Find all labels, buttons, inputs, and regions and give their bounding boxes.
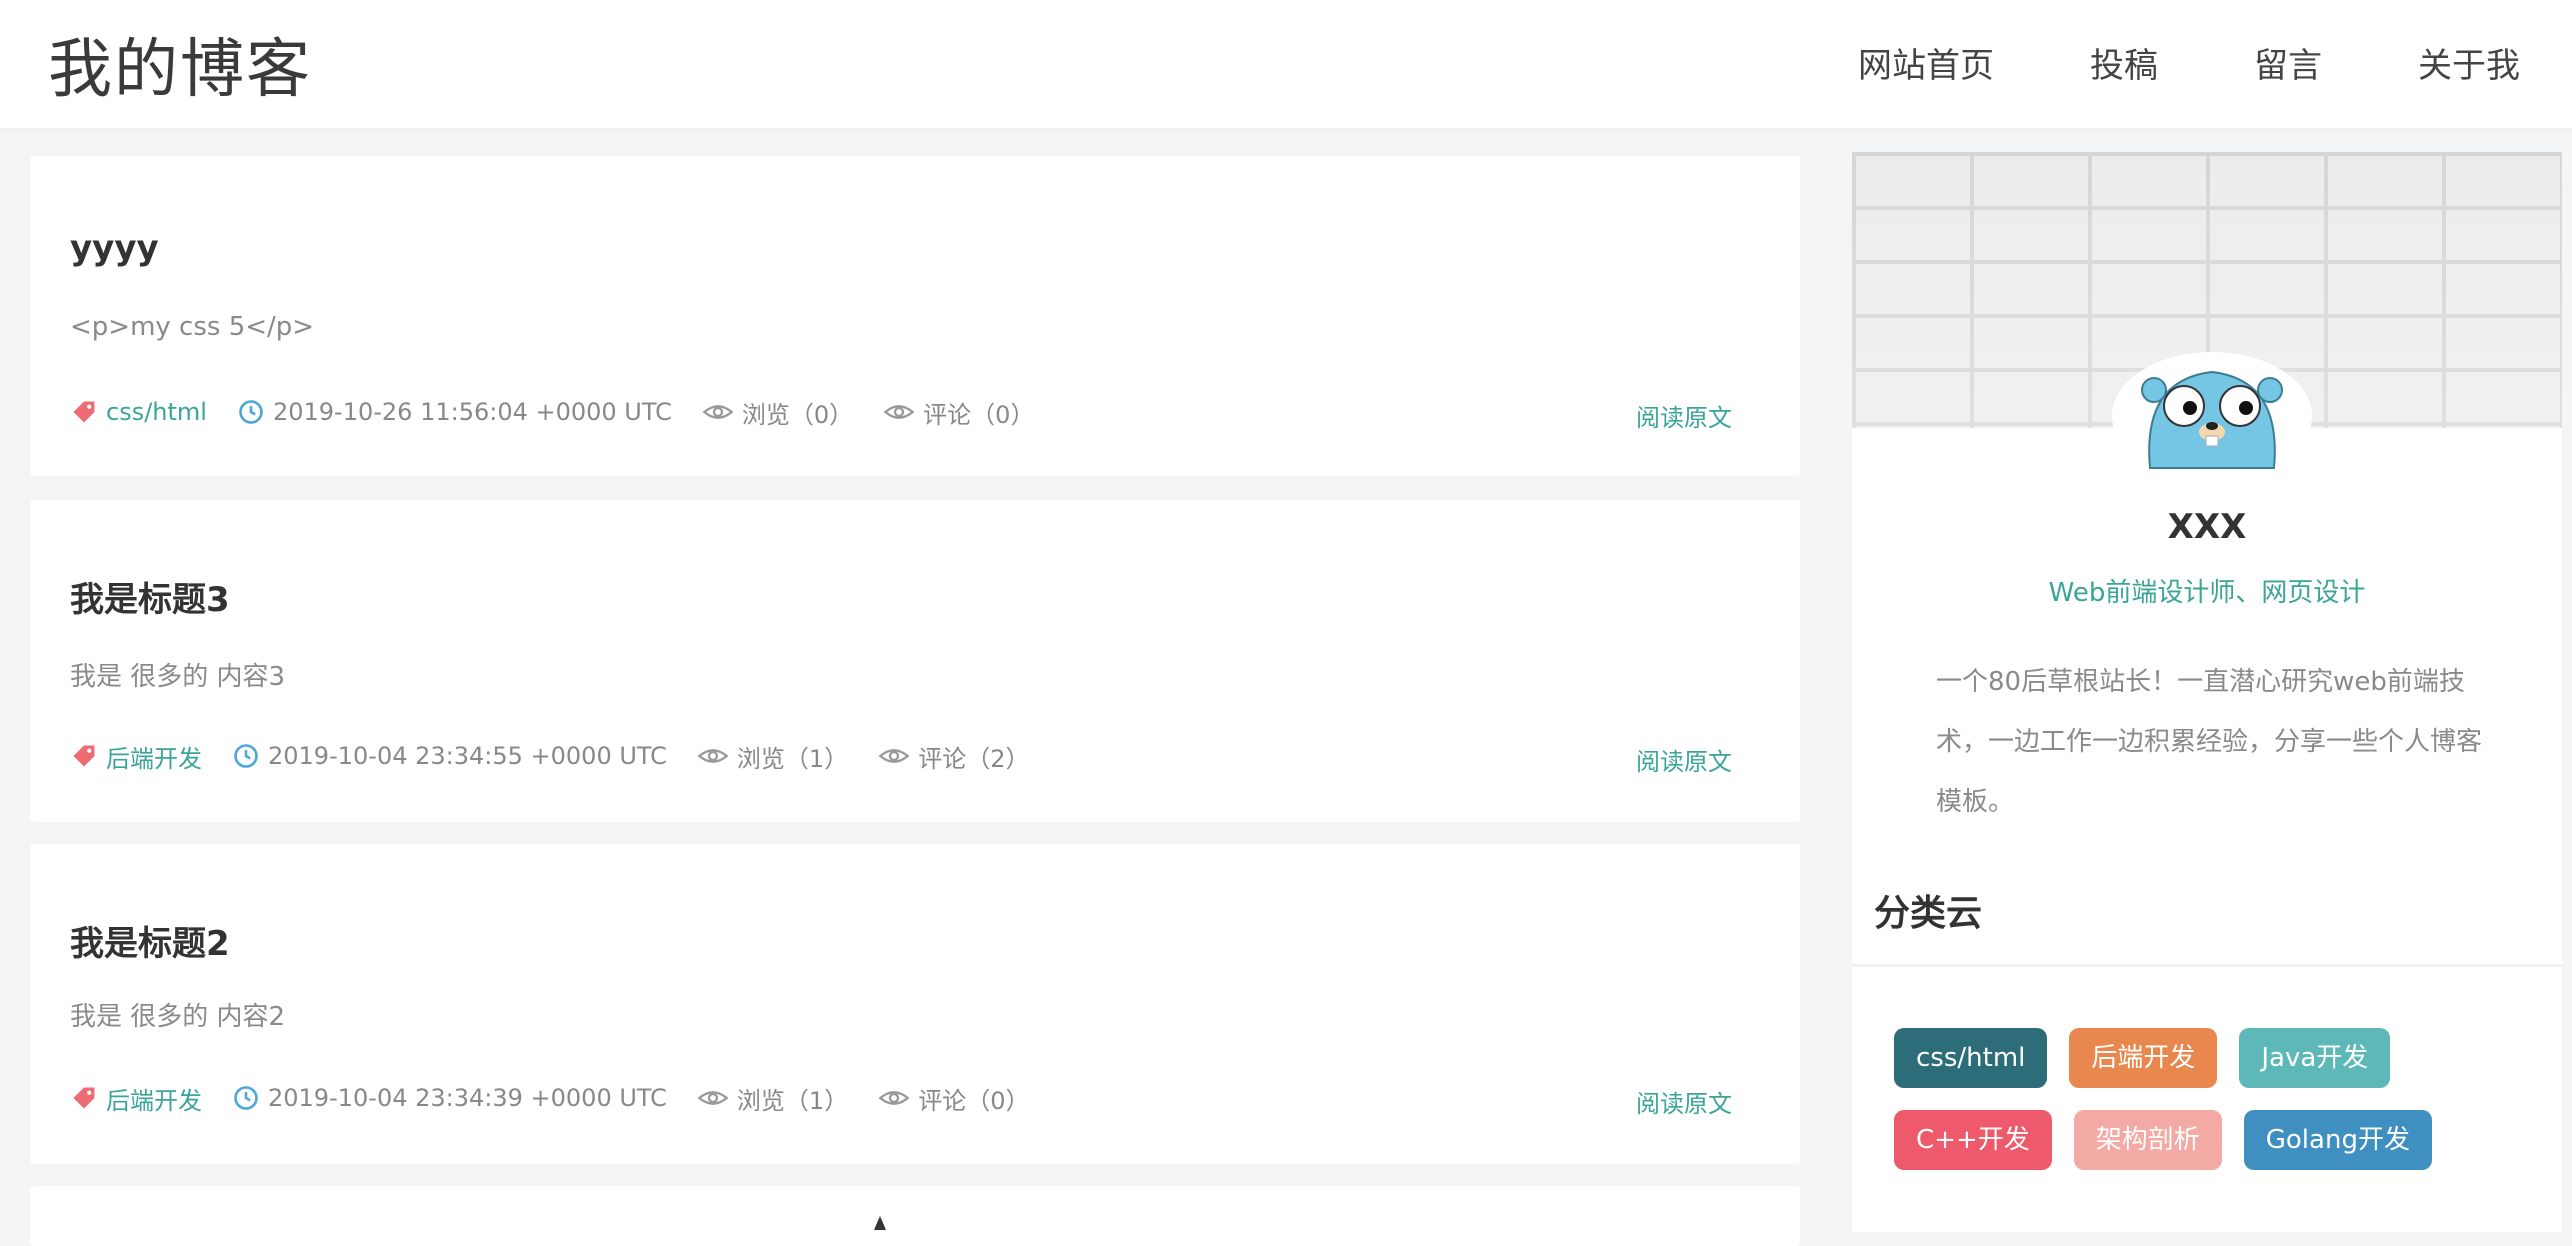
post-comments-text: 评论（2） xyxy=(918,744,1030,773)
clock-icon xyxy=(239,400,263,424)
post-title[interactable]: yyyy xyxy=(70,228,159,268)
post-category[interactable]: 后端开发 xyxy=(70,1081,202,1116)
post-views-text: 浏览（1） xyxy=(736,744,849,773)
post-comments-text: 评论（0） xyxy=(923,400,1035,429)
post-card: 我是标题2 我是 很多的 内容2 后端开发 2019-10-04 23:34:3… xyxy=(30,844,1800,1164)
post-views-text: 浏览（0） xyxy=(741,400,854,429)
post-date-text: 2019-10-04 23:34:55 +0000 UTC xyxy=(268,742,667,770)
eye-icon xyxy=(697,1091,729,1105)
post-views: 浏览（0） xyxy=(702,395,853,430)
category-tag-java[interactable]: Java开发 xyxy=(2239,1028,2391,1088)
read-more-link[interactable]: 阅读原文 xyxy=(1636,742,1732,777)
post-category-label[interactable]: 后端开发 xyxy=(106,739,202,774)
tag-icon xyxy=(73,401,95,423)
category-tag-architecture[interactable]: 架构剖析 xyxy=(2073,1110,2222,1170)
post-card xyxy=(30,1186,1800,1246)
category-tag-cpp[interactable]: C++开发 xyxy=(1894,1110,2052,1170)
post-comments-text: 评论（0） xyxy=(918,1086,1030,1115)
profile-role: Web前端设计师、网页设计 xyxy=(2048,578,2366,608)
category-tag-golang[interactable]: Golang开发 xyxy=(2243,1110,2432,1170)
post-category-label[interactable]: css/html xyxy=(106,398,207,426)
site-header: 我的博客 网站首页 投稿 留言 关于我 xyxy=(0,0,2572,128)
eye-icon xyxy=(702,405,734,419)
eye-icon xyxy=(883,405,915,419)
nav-message[interactable]: 留言 xyxy=(2254,38,2322,87)
mouse-cursor xyxy=(874,1216,886,1230)
nav-home[interactable]: 网站首页 xyxy=(1858,38,1994,87)
nav-submit[interactable]: 投稿 xyxy=(2090,38,2158,87)
divider xyxy=(1852,964,2562,967)
category-tags: css/html 后端开发 Java开发 C++开发 架构剖析 Golang开发 xyxy=(1894,1028,2514,1192)
category-tag-css-html[interactable]: css/html xyxy=(1894,1028,2048,1088)
post-category[interactable]: css/html xyxy=(70,398,207,426)
post-comments: 评论（2） xyxy=(878,739,1029,774)
clock-icon xyxy=(234,1086,258,1110)
read-more-link[interactable]: 阅读原文 xyxy=(1636,1084,1732,1119)
post-meta: css/html 2019-10-26 11:56:04 +0000 UTC 浏… xyxy=(70,392,1064,432)
clock-icon xyxy=(234,744,258,768)
eye-icon xyxy=(878,749,910,763)
profile-name: XXX xyxy=(2167,507,2247,547)
post-views: 浏览（1） xyxy=(697,1081,848,1116)
post-date: 2019-10-04 23:34:55 +0000 UTC xyxy=(232,742,667,770)
tag-icon xyxy=(73,1087,95,1109)
post-views-text: 浏览（1） xyxy=(736,1086,849,1115)
post-date-text: 2019-10-04 23:34:39 +0000 UTC xyxy=(268,1084,667,1112)
post-views: 浏览（1） xyxy=(697,739,848,774)
site-title[interactable]: 我的博客 xyxy=(48,18,312,110)
profile-card: XXX Web前端设计师、网页设计 一个80后草根站长！一直潜心研究web前端技… xyxy=(1852,152,2562,1232)
category-cloud-title: 分类云 xyxy=(1874,893,1983,934)
post-comments: 评论（0） xyxy=(883,395,1034,430)
post-meta: 后端开发 2019-10-04 23:34:39 +0000 UTC 浏览（1）… xyxy=(70,1078,1059,1118)
post-category[interactable]: 后端开发 xyxy=(70,739,202,774)
profile-bio: 一个80后草根站长！一直潜心研究web前端技术，一边工作一边积累经验，分享一些个… xyxy=(1936,667,2483,817)
post-date-text: 2019-10-26 11:56:04 +0000 UTC xyxy=(272,398,672,426)
post-title[interactable]: 我是标题3 xyxy=(70,572,230,621)
post-date: 2019-10-26 11:56:04 +0000 UTC xyxy=(237,398,672,426)
post-date: 2019-10-04 23:34:39 +0000 UTC xyxy=(232,1084,667,1112)
eye-icon xyxy=(697,749,729,763)
eye-icon xyxy=(878,1091,910,1105)
tag-icon xyxy=(73,745,95,767)
post-summary: <p>my css 5</p> xyxy=(70,312,315,342)
post-title[interactable]: 我是标题2 xyxy=(70,916,230,965)
post-summary: 我是 很多的 内容2 xyxy=(70,1002,286,1032)
category-tag-backend[interactable]: 后端开发 xyxy=(2069,1028,2218,1088)
post-category-label[interactable]: 后端开发 xyxy=(106,1081,202,1116)
post-card: 我是标题3 我是 很多的 内容3 后端开发 2019-10-04 23:34:5… xyxy=(30,500,1800,822)
avatar[interactable] xyxy=(2112,332,2312,472)
main-nav: 网站首页 投稿 留言 关于我 xyxy=(1762,38,2520,87)
post-summary: 我是 很多的 内容3 xyxy=(70,662,286,692)
read-more-link[interactable]: 阅读原文 xyxy=(1636,398,1732,433)
nav-about[interactable]: 关于我 xyxy=(2418,38,2520,87)
post-card: yyyy <p>my css 5</p> css/html 2019-10-26… xyxy=(30,156,1800,476)
post-meta: 后端开发 2019-10-04 23:34:55 +0000 UTC 浏览（1）… xyxy=(70,736,1059,776)
post-comments: 评论（0） xyxy=(878,1081,1029,1116)
